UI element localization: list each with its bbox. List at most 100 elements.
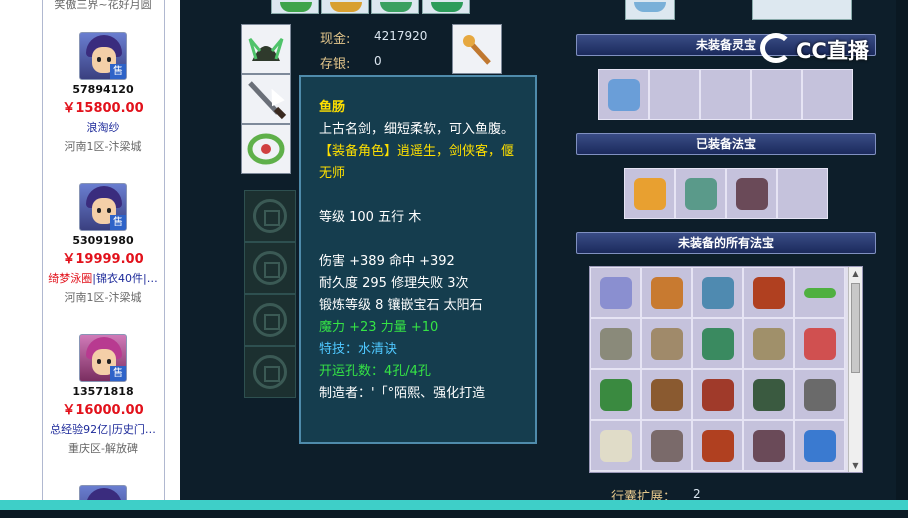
- monk-icon: [651, 328, 683, 360]
- bag-slot[interactable]: [641, 420, 692, 471]
- equipped-treasure-row: [624, 168, 828, 219]
- treasure-bag: ▲ ▼: [589, 266, 863, 473]
- bag-slot[interactable]: [590, 369, 641, 420]
- necklace-slot[interactable]: [241, 124, 291, 174]
- cash-value: 4217920: [374, 29, 428, 43]
- listing-name[interactable]: 总经验92亿|历史门…: [42, 421, 164, 437]
- inventory-slot[interactable]: [371, 0, 419, 14]
- cc-logo-icon: [760, 33, 792, 63]
- inventory-slot[interactable]: [271, 0, 319, 14]
- inventory-slot[interactable]: [625, 0, 675, 20]
- treasure-slot[interactable]: [726, 168, 777, 219]
- item-forge: 锻炼等级 8 镶嵌宝石 太阳石: [319, 298, 483, 313]
- spirit-slot[interactable]: [700, 69, 751, 120]
- sale-badge: 售: [110, 64, 126, 79]
- spirit-icon: [608, 79, 640, 111]
- bag-slot[interactable]: [590, 318, 641, 369]
- bag-slot[interactable]: [794, 267, 845, 318]
- bag-slot[interactable]: [743, 369, 794, 420]
- scroll-thumb[interactable]: [851, 283, 860, 373]
- chest-icon: [753, 379, 785, 411]
- listing-top-text: 笑傲三界~花好月圆: [54, 0, 152, 11]
- scroll-up-icon[interactable]: ▲: [849, 267, 862, 280]
- inventory-slot[interactable]: [321, 0, 369, 14]
- listing-item[interactable]: 售 13571818 ￥16000.00 总经验92亿|历史门… 重庆区-解放碑: [42, 334, 164, 456]
- panel-divider: [164, 0, 165, 518]
- bag-slot[interactable]: [794, 369, 845, 420]
- game-trade-view: { "listing": { "top_text": "笑傲三界~花好月圆", …: [0, 0, 908, 518]
- character-avatar[interactable]: 售: [79, 32, 127, 80]
- listing-name-part[interactable]: 浪淘纱: [87, 121, 120, 134]
- bag-slot[interactable]: [794, 318, 845, 369]
- bag-slot[interactable]: [692, 318, 743, 369]
- listing-name-part[interactable]: 绮梦泳圈: [48, 272, 92, 285]
- listing-panel: 笑傲三界~花好月圆 售 57894120 ￥15800.00 浪淘纱 河南1区-…: [0, 0, 180, 518]
- item-name: 鱼肠: [319, 100, 346, 115]
- bottom-strip: [0, 510, 908, 518]
- umbrella-icon: [600, 379, 632, 411]
- blade-icon: [600, 328, 632, 360]
- bag-scrollbar[interactable]: ▲ ▼: [848, 267, 862, 472]
- inventory-slot[interactable]: [752, 0, 852, 20]
- listing-item[interactable]: 售 53091980 ￥19999.00 绮梦泳圈|锦衣40件|… 河南1区-汴…: [42, 183, 164, 305]
- item-durability: 耐久度 295 修理失败 3次: [319, 276, 469, 291]
- item-maker: 制造者：'「°陌熙、强化打造: [319, 386, 486, 401]
- bag-slot[interactable]: [743, 318, 794, 369]
- character-avatar[interactable]: 售: [79, 183, 127, 231]
- listing-id: 13571818: [72, 385, 134, 398]
- bag-slot[interactable]: [641, 369, 692, 420]
- mask-icon: [702, 379, 734, 411]
- spirit-row: [598, 69, 853, 120]
- bag-slot[interactable]: [590, 420, 641, 471]
- orb-icon: [702, 277, 734, 309]
- listing-item[interactable]: 售 57894120 ￥15800.00 浪淘纱 河南1区-汴梁城: [42, 32, 164, 154]
- spirit-slot[interactable]: [598, 69, 649, 120]
- listing-price: ￥15800.00: [62, 101, 144, 116]
- wand-icon: [463, 35, 491, 65]
- character-avatar[interactable]: 售: [79, 334, 127, 382]
- bag-slot[interactable]: [692, 369, 743, 420]
- item-level: 等级 100 五行 木: [319, 210, 422, 225]
- bag-slot[interactable]: [794, 420, 845, 471]
- accessory-slot[interactable]: [452, 24, 502, 74]
- deposit-value: 0: [374, 54, 382, 68]
- bag-slot[interactable]: [641, 267, 692, 318]
- listing-server: 河南1区-汴梁城: [64, 291, 142, 304]
- spirit-slot[interactable]: [751, 69, 802, 120]
- treasure-slot[interactable]: [624, 168, 675, 219]
- item-role: 【装备角色】逍遥生，剑侠客，偃无师: [319, 144, 515, 181]
- spirit-slot[interactable]: [802, 69, 853, 120]
- helmet-slot[interactable]: [241, 24, 291, 74]
- bag-slot[interactable]: [692, 420, 743, 471]
- item-damage: 伤害 +389 命中 +392: [319, 254, 455, 269]
- listing-name[interactable]: 浪淘纱: [42, 119, 164, 135]
- listing-server: 河南1区-汴梁城: [64, 140, 142, 153]
- bag-slot[interactable]: [590, 267, 641, 318]
- item-holes: 开运孔数：4孔/4孔: [319, 364, 431, 379]
- item-description: 上古名剑，细短柔软，可入鱼腹。: [319, 122, 515, 137]
- treasure-slot[interactable]: [675, 168, 726, 219]
- listing-price: ￥16000.00: [62, 403, 144, 418]
- listing-name-part[interactable]: 总经验92亿|历史门…: [50, 423, 156, 436]
- bag-slot[interactable]: [743, 420, 794, 471]
- inventory-slot[interactable]: [422, 0, 470, 14]
- pagoda-icon: [651, 277, 683, 309]
- spirit-slot[interactable]: [649, 69, 700, 120]
- cash-label: 现金:: [320, 32, 351, 47]
- seal-icon: [651, 379, 683, 411]
- lantern-icon: [804, 379, 836, 411]
- section-equipped-treasure: 已装备法宝: [576, 133, 876, 155]
- listing-name[interactable]: 绮梦泳圈|锦衣40件|…: [42, 270, 164, 286]
- item-tooltip: 鱼肠 上古名剑，细短柔软，可入鱼腹。 【装备角色】逍遥生，剑侠客，偃无师 等级 …: [299, 75, 537, 444]
- bag-slot[interactable]: [641, 318, 692, 369]
- bag-slot[interactable]: [743, 267, 794, 318]
- bag-slot[interactable]: [692, 267, 743, 318]
- scroll-down-icon[interactable]: ▼: [849, 459, 862, 472]
- listing-id: 57894120: [72, 83, 134, 96]
- listing-price: ￥19999.00: [62, 252, 144, 267]
- locked-slot: [244, 242, 296, 294]
- helmet-icon: [248, 38, 284, 61]
- treasure-slot[interactable]: [777, 168, 828, 219]
- box-icon: [651, 430, 683, 462]
- listing-name-part[interactable]: |锦衣40件|…: [92, 272, 157, 285]
